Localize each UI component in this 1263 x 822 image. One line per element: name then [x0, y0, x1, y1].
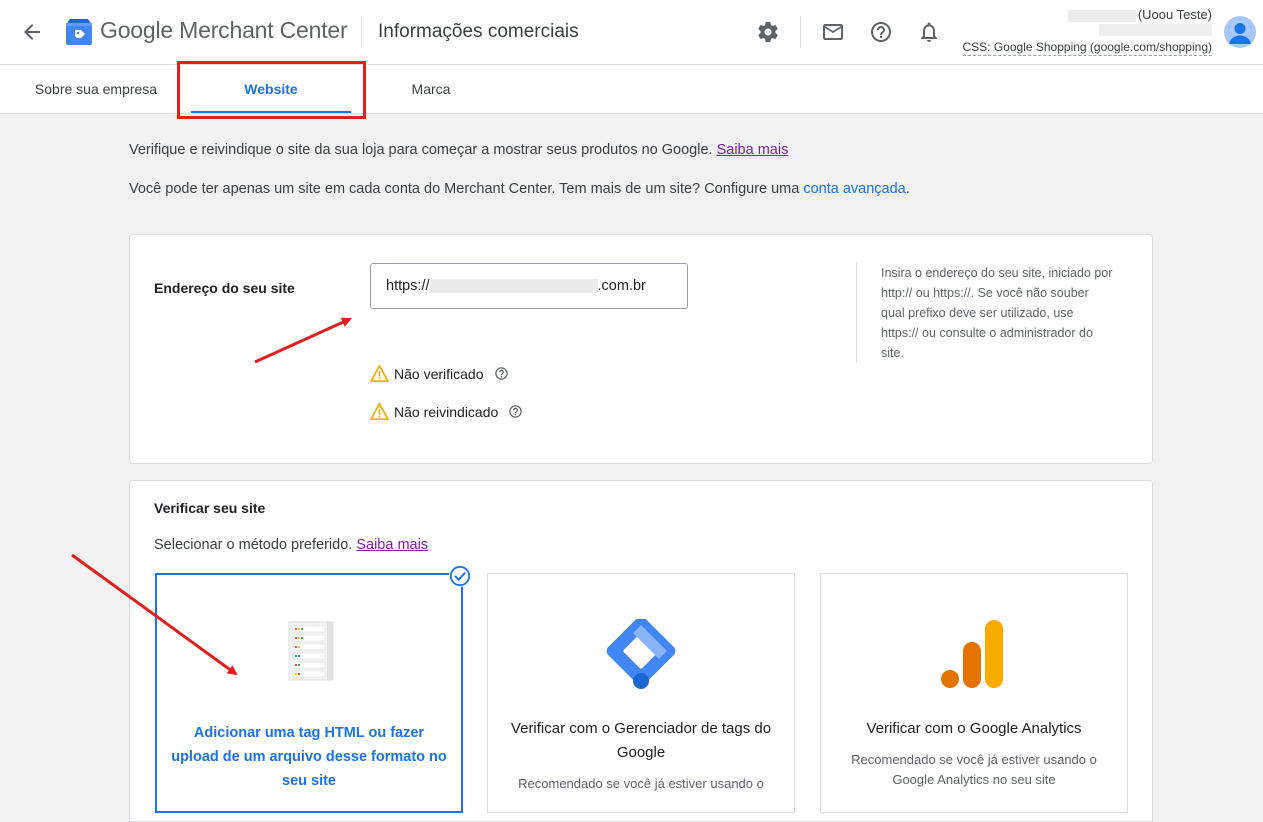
website-address-hint: Insira o endereço do seu site, iniciado …	[856, 263, 1113, 363]
icons-divider	[800, 16, 801, 48]
method-title: Adicionar uma tag HTML ou fazer upload d…	[171, 725, 447, 789]
notifications-bell-icon[interactable]	[917, 20, 941, 44]
verify-method-prompt: Selecionar o método preferido. Saiba mai…	[154, 537, 428, 553]
help-circle-icon[interactable]	[508, 404, 523, 419]
help-icon[interactable]	[869, 20, 893, 44]
learn-more-link[interactable]: Saiba mais	[717, 142, 789, 158]
intro-text-1: Verifique e reivindique o site da sua lo…	[129, 142, 713, 158]
status-not-verified: Não verificado	[370, 365, 514, 382]
verify-method-prompt-text: Selecionar o método preferido.	[154, 537, 353, 553]
status-not-verified-text: Não verificado	[394, 365, 484, 382]
tab-sobre-sua-empresa[interactable]: Sobre sua empresa	[18, 65, 174, 113]
annotation-highlight-box	[177, 61, 366, 119]
method-description: Recomendado se você já estiver usando o	[518, 776, 764, 791]
intro-line-2: Você pode ter apenas um site em cada con…	[129, 181, 910, 197]
back-arrow-icon[interactable]	[20, 20, 44, 44]
redacted-account-id	[1099, 24, 1212, 36]
account-name-text: (Uoou Teste)	[1137, 7, 1212, 22]
website-address-card: Endereço do seu site https:// .com.br Ins…	[129, 234, 1153, 464]
method-card-google-analytics[interactable]: Verificar com o Google Analytics Recomen…	[820, 573, 1128, 813]
brand-name: Google Merchant Center	[100, 17, 348, 44]
method-title: Verificar com o Gerenciador de tags do G…	[510, 720, 772, 761]
advanced-account-link[interactable]: conta avançada	[803, 181, 905, 197]
method-card-html-tag[interactable]: Adicionar uma tag HTML ou fazer upload d…	[155, 573, 463, 813]
help-circle-icon[interactable]	[494, 366, 509, 381]
url-prefix: https://	[386, 278, 430, 294]
top-app-bar: Google Merchant Center Informações comer…	[0, 0, 1263, 65]
html-file-icon	[288, 621, 334, 681]
website-url-input[interactable]: https:// .com.br	[370, 263, 688, 309]
settings-gear-icon[interactable]	[756, 20, 780, 44]
google-tag-manager-icon	[606, 619, 676, 689]
warning-icon	[370, 365, 389, 382]
selected-check-badge	[449, 565, 471, 587]
website-address-label: Endereço do seu site	[154, 280, 295, 296]
warning-icon	[370, 403, 389, 420]
avatar[interactable]	[1224, 16, 1256, 48]
brand-product: Merchant Center	[179, 17, 348, 43]
verify-site-card: Verificar seu site Selecionar o método p…	[129, 480, 1153, 822]
redacted-domain	[429, 279, 598, 294]
check-circle-icon	[449, 565, 471, 587]
google-analytics-icon	[941, 620, 1003, 688]
tab-marca[interactable]: Marca	[390, 65, 472, 113]
method-card-tag-manager[interactable]: Verificar com o Gerenciador de tags do G…	[487, 573, 795, 813]
status-not-claimed: Não reivindicado	[370, 403, 528, 420]
intro-text-2: Você pode ter apenas um site em cada con…	[129, 181, 800, 197]
method-title: Verificar com o Google Analytics	[866, 720, 1082, 737]
merchant-center-logo-icon[interactable]	[64, 17, 94, 47]
title-divider	[361, 16, 362, 48]
brand-google: Google	[100, 17, 173, 43]
page-title: Informações comerciais	[378, 21, 579, 42]
learn-more-link[interactable]: Saiba mais	[356, 537, 428, 553]
css-label[interactable]: CSS: Google Shopping (google.com/shoppin…	[962, 40, 1212, 56]
account-name[interactable]: (Uoou Teste)	[1067, 7, 1212, 22]
account-avatar-icon	[1229, 23, 1251, 44]
mail-icon[interactable]	[821, 20, 845, 44]
verify-site-title: Verificar seu site	[154, 500, 266, 516]
status-not-claimed-text: Não reivindicado	[394, 403, 499, 420]
redacted-text	[1067, 9, 1136, 22]
method-description: Recomendado se você já estiver usando o …	[851, 752, 1097, 787]
intro-line-1: Verifique e reivindique o site da sua lo…	[129, 142, 788, 158]
intro-text-2-end: .	[905, 181, 910, 197]
url-suffix: .com.br	[597, 278, 646, 294]
